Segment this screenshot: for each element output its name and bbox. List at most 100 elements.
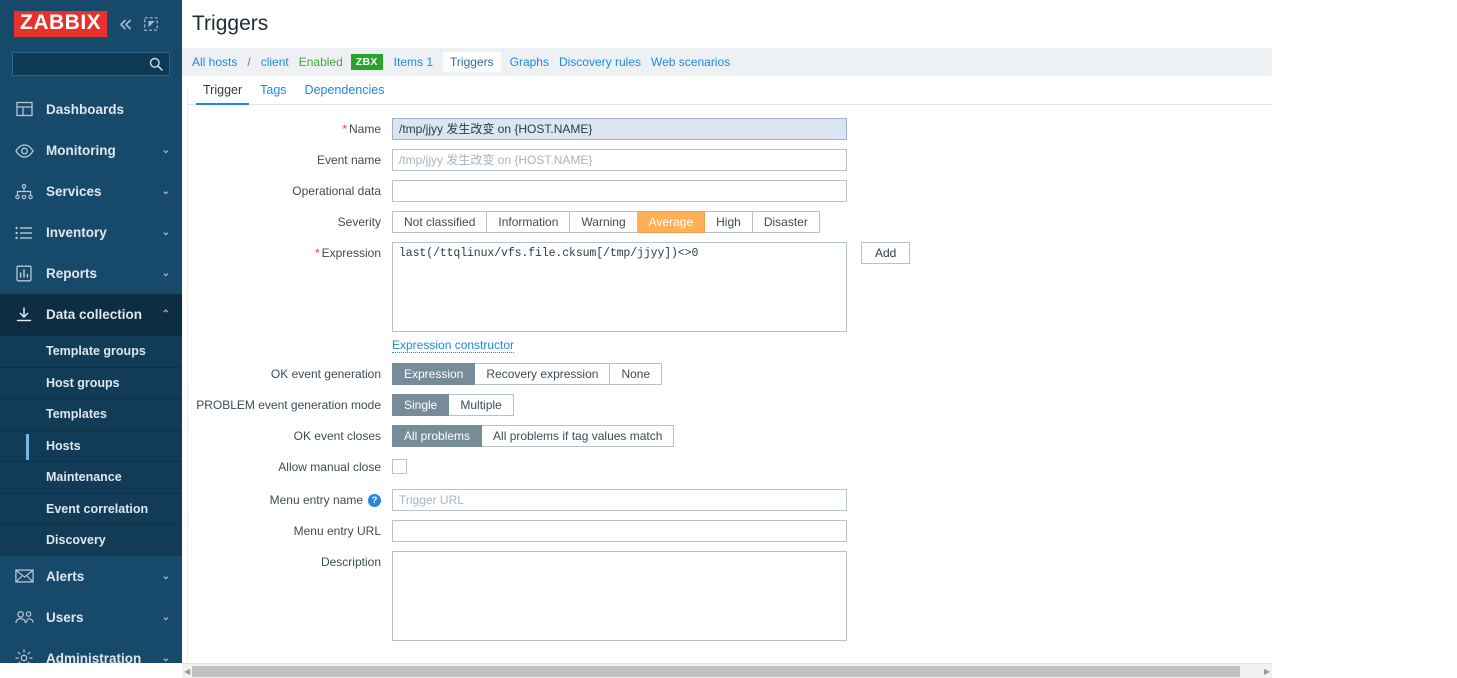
chevron-double-left-icon[interactable]: [118, 18, 133, 31]
sidebar-item-templates[interactable]: Templates: [0, 398, 182, 430]
problem-event-mode-option-single[interactable]: Single: [392, 394, 450, 416]
ok-event-closes-label: OK event closes: [293, 429, 381, 443]
breadcrumb-triggers-link[interactable]: Triggers: [443, 52, 501, 72]
severity-label: Severity: [337, 215, 381, 229]
zbx-availability-badge[interactable]: ZBX: [350, 54, 383, 70]
sidebar-item-data-collection[interactable]: Data collection ⌃: [0, 294, 182, 335]
form-row-event-name: Event name: [182, 149, 1272, 171]
required-marker: *: [342, 122, 347, 136]
sidebar-item-event-correlation[interactable]: Event correlation: [0, 492, 182, 525]
scrollbar-thumb[interactable]: [192, 666, 1240, 677]
zabbix-logo[interactable]: ZABBIX: [14, 11, 108, 37]
horizontal-scrollbar[interactable]: ◀ ▶: [182, 663, 1272, 678]
breadcrumb: All hosts / client Enabled ZBX Items 1 T…: [182, 48, 1272, 76]
sidebar-subitem-label: Event correlation: [46, 501, 149, 516]
tab-dependencies[interactable]: Dependencies: [296, 83, 394, 104]
sidebar-item-hosts[interactable]: Hosts: [0, 429, 182, 462]
sidebar-item-dashboards[interactable]: Dashboards: [0, 89, 182, 130]
ok-event-generation-segmented-control: Expression Recovery expression None: [392, 363, 663, 385]
sidebar-item-discovery[interactable]: Discovery: [0, 524, 182, 556]
sidebar-item-label: Users: [46, 609, 84, 625]
severity-option-high[interactable]: High: [705, 211, 753, 233]
form-row-operational-data: Operational data: [182, 180, 1272, 202]
list-icon: [14, 223, 34, 243]
dashboard-icon: [14, 100, 34, 120]
sitemap-icon: [14, 182, 34, 202]
problem-event-generation-mode-segmented-control: Single Multiple: [392, 394, 514, 416]
scroll-left-arrow-icon[interactable]: ◀: [184, 667, 190, 676]
form-row-menu-entry-name: Menu entry name?: [182, 489, 1272, 511]
sidebar-item-template-groups[interactable]: Template groups: [0, 335, 182, 367]
sidebar-item-label: Inventory: [46, 225, 107, 240]
host-status-link[interactable]: Enabled: [299, 55, 343, 69]
sidebar-item-label: Alerts: [46, 568, 85, 584]
breadcrumb-separator: /: [247, 55, 251, 69]
sidebar-item-label: Administration: [46, 650, 142, 664]
menu-entry-name-label: Menu entry name?: [182, 489, 392, 511]
allow-manual-close-checkbox[interactable]: [392, 459, 407, 474]
form-row-problem-event-generation-mode: PROBLEM event generation mode Single Mul…: [182, 394, 1272, 416]
help-circle-icon[interactable]: ?: [368, 493, 381, 507]
search-box[interactable]: [12, 52, 170, 76]
ok-event-generation-option-expression[interactable]: Expression: [392, 363, 476, 385]
gear-icon: [14, 648, 34, 663]
sidebar-item-label: Dashboards: [46, 102, 125, 117]
operational-data-label: Operational data: [292, 184, 381, 198]
sidebar-item-users[interactable]: Users ⌄: [0, 597, 182, 638]
search-input[interactable]: [13, 53, 169, 75]
form-row-ok-event-closes: OK event closes All problems All problem…: [182, 425, 1272, 447]
severity-option-information[interactable]: Information: [487, 211, 571, 233]
breadcrumb-web-scenarios-link[interactable]: Web scenarios: [651, 55, 730, 69]
chevron-down-icon: ⌄: [161, 268, 170, 279]
menu-entry-name-input[interactable]: [392, 489, 847, 511]
sidebar-item-alerts[interactable]: Alerts ⌄: [0, 556, 182, 597]
chevron-down-icon: ⌄: [161, 145, 170, 156]
collapse-pane-icon[interactable]: [144, 17, 158, 31]
breadcrumb-graphs-link[interactable]: Graphs: [510, 55, 549, 69]
expression-line: Add: [392, 242, 1272, 332]
event-name-input[interactable]: [392, 149, 847, 171]
sidebar-item-label: Data collection: [46, 307, 143, 322]
sidebar-item-administration[interactable]: Administration ⌄: [0, 638, 182, 664]
sidebar-item-monitoring[interactable]: Monitoring ⌄: [0, 130, 182, 171]
ok-event-generation-option-none[interactable]: None: [610, 363, 663, 385]
sidebar-subitem-label: Template groups: [46, 344, 146, 359]
sidebar-item-inventory[interactable]: Inventory ⌄: [0, 212, 182, 253]
breadcrumb-host[interactable]: client: [261, 55, 289, 69]
chevron-up-icon: ⌃: [161, 309, 170, 320]
sidebar-item-maintenance[interactable]: Maintenance: [0, 461, 182, 493]
sidebar-item-host-groups[interactable]: Host groups: [0, 366, 182, 399]
expression-constructor-link[interactable]: Expression constructor: [392, 338, 515, 353]
ok-event-closes-option-tag-values-match[interactable]: All problems if tag values match: [482, 425, 675, 447]
description-textarea[interactable]: [392, 551, 847, 641]
severity-option-disaster[interactable]: Disaster: [752, 211, 820, 233]
content-left-gutter: [182, 88, 188, 663]
severity-option-not-classified[interactable]: Not classified: [392, 211, 488, 233]
tab-trigger[interactable]: Trigger: [194, 83, 251, 105]
breadcrumb-discovery-rules-link[interactable]: Discovery rules: [559, 55, 641, 69]
sidebar-item-reports[interactable]: Reports ⌄: [0, 253, 182, 294]
expression-add-button[interactable]: Add: [861, 242, 911, 264]
sidebar-subitem-label: Discovery: [46, 533, 106, 548]
severity-option-warning[interactable]: Warning: [570, 211, 638, 233]
operational-data-input[interactable]: [392, 180, 847, 202]
ok-event-generation-option-recovery-expression[interactable]: Recovery expression: [475, 363, 611, 385]
tab-tags[interactable]: Tags: [251, 83, 295, 104]
event-name-label: Event name: [316, 153, 381, 167]
search-icon[interactable]: [149, 57, 163, 71]
breadcrumb-all-hosts[interactable]: All hosts: [192, 55, 237, 69]
menu-entry-url-input[interactable]: [392, 520, 847, 542]
severity-option-average[interactable]: Average: [637, 211, 706, 233]
form-row-severity: Severity Not classified Information Warn…: [182, 211, 1272, 233]
problem-event-mode-option-multiple[interactable]: Multiple: [449, 394, 514, 416]
sidebar-nav: Dashboards Monitoring ⌄ Services ⌄ Inven…: [0, 89, 182, 663]
sidebar-item-services[interactable]: Services ⌄: [0, 171, 182, 212]
expression-label: * Expression: [314, 246, 381, 260]
chevron-down-icon: ⌄: [161, 611, 170, 623]
scroll-right-arrow-icon[interactable]: ▶: [1264, 667, 1270, 676]
breadcrumb-items-link[interactable]: Items 1: [394, 55, 433, 69]
problem-event-generation-mode-label: PROBLEM event generation mode: [196, 398, 381, 412]
expression-textarea[interactable]: [392, 242, 847, 332]
ok-event-closes-option-all-problems[interactable]: All problems: [392, 425, 483, 447]
name-input[interactable]: [392, 118, 847, 140]
